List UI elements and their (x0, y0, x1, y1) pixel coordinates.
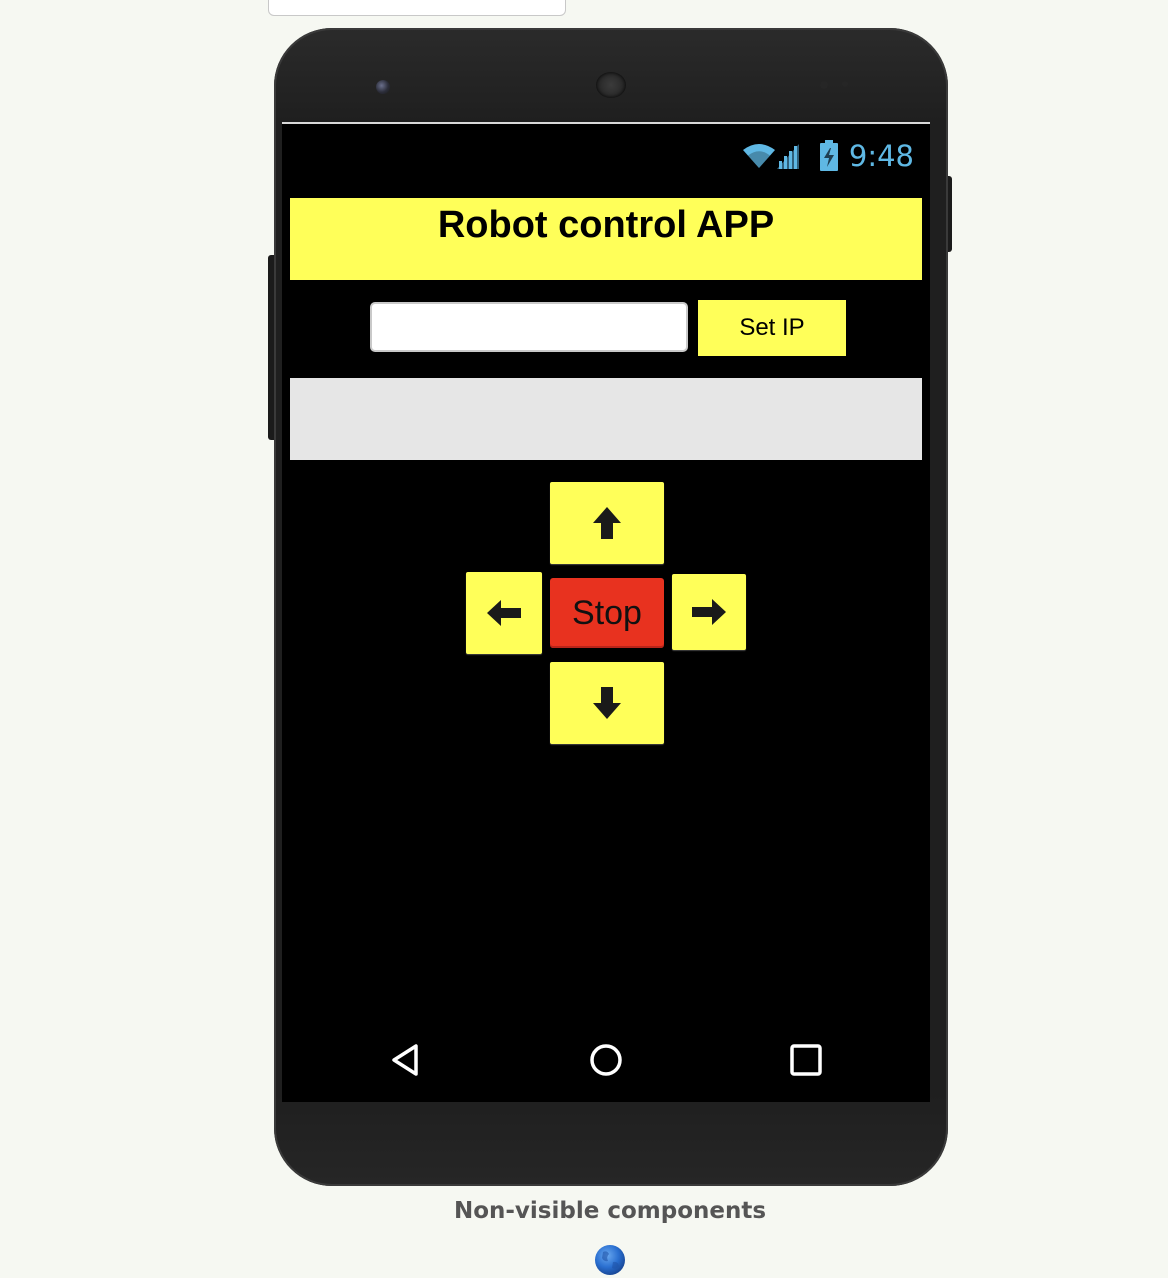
ip-address-input[interactable] (370, 302, 688, 352)
signal-icon (776, 144, 799, 169)
status-bar: 9:48 (282, 124, 930, 186)
title-banner: Robot control APP (290, 198, 922, 280)
app-title: Robot control APP (437, 204, 775, 246)
sensor-icon (820, 81, 828, 89)
front-camera-icon (376, 80, 390, 94)
home-icon (590, 1044, 622, 1076)
set-ip-button[interactable]: Set IP (698, 300, 846, 356)
right-button[interactable] (672, 574, 746, 650)
status-clock: 9:48 (848, 139, 914, 173)
battery-icon (819, 140, 838, 171)
navigation-bar (282, 1020, 930, 1100)
back-icon (392, 1044, 418, 1076)
recents-icon (790, 1044, 822, 1076)
left-button[interactable] (466, 572, 542, 654)
phone-screen: 9:48 Robot control APP Set IP Stop (282, 122, 930, 1102)
wifi-icon (742, 144, 775, 168)
backward-button[interactable] (550, 662, 664, 744)
home-button[interactable] (584, 1038, 628, 1082)
arrow-down-icon (593, 687, 621, 719)
earpiece-speaker-icon (596, 72, 626, 98)
arrow-left-icon (487, 600, 521, 626)
component-palette-box (268, 0, 566, 16)
back-button[interactable] (384, 1038, 428, 1082)
forward-button[interactable] (550, 482, 664, 564)
status-label (290, 378, 922, 460)
non-visible-components-heading: Non-visible components (453, 1198, 767, 1224)
arrow-up-icon (593, 507, 621, 539)
recents-button[interactable] (784, 1038, 828, 1082)
stop-button[interactable]: Stop (550, 578, 664, 648)
sensor-icon (842, 81, 848, 87)
web-component-icon[interactable] (594, 1244, 626, 1276)
arrow-right-icon (692, 599, 726, 625)
